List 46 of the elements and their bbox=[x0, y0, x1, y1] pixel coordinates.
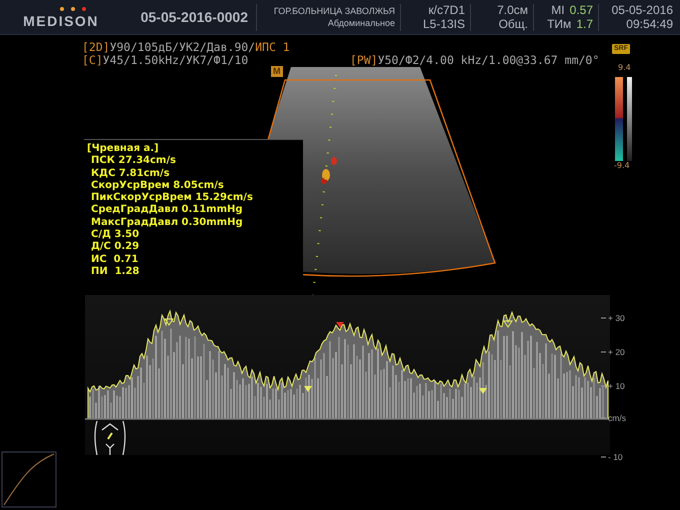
hospital-name: ГОР.БОЛЬНИЦА ЗАВОЛЖЬЯ bbox=[274, 5, 395, 17]
measurement-value: СредГрадДавл 0.11mmHg bbox=[90, 204, 244, 217]
preset-name: Абдоминальное bbox=[328, 17, 395, 29]
tim-value: 1.7 bbox=[576, 17, 593, 31]
mode-parameters: У90/105дБ/УК2/Дав.90/ bbox=[110, 40, 256, 54]
peak-marker-icon bbox=[164, 318, 174, 326]
mode-parameters: У50/Ф2/4.00 kHz/1.00@33.67 mm/0° bbox=[378, 53, 600, 67]
mode-tag: [2D] bbox=[82, 40, 110, 54]
m-mode-badge: M bbox=[271, 66, 282, 77]
mode-tag: [C] bbox=[82, 53, 103, 67]
velocity-scale-label: + 20 bbox=[608, 347, 625, 357]
measurement-value: С/Д 3.50 bbox=[90, 229, 140, 242]
peak-marker-icon bbox=[336, 322, 344, 328]
probe-label: к/с7D1 bbox=[428, 3, 465, 17]
exam-date: 05-05-2016 bbox=[612, 3, 673, 17]
logo: MEDISON bbox=[23, 12, 99, 28]
measurement-value: МаксГрадДавл 0.30mmHg bbox=[90, 216, 244, 230]
patient-id: 05-05-2016-0002 bbox=[140, 9, 249, 25]
mode-value: Общ. bbox=[498, 17, 528, 31]
exam-time: 09:54:49 bbox=[626, 17, 673, 31]
tim-label: ТИм bbox=[547, 17, 572, 31]
measurement-value: ПикСкорУсрВрем 15.29cm/s bbox=[90, 192, 254, 204]
mode-parameters: У45/1.50kHz/УК7/Ф1/10 bbox=[102, 53, 248, 67]
probe-model: L5-13IS bbox=[422, 17, 465, 31]
diastole-marker-icon bbox=[479, 388, 487, 394]
mode-parameter-highlight: ИПС 1 bbox=[255, 40, 290, 54]
measurement-value: Д/С 0.29 bbox=[90, 241, 140, 254]
measurement-value: ПСК 27.34cm/s bbox=[90, 155, 177, 168]
velocity-scale-label: - 10 bbox=[608, 452, 623, 462]
mi-label: MI bbox=[551, 3, 565, 17]
mi-value: 0.57 bbox=[570, 3, 593, 17]
peak-marker-icon bbox=[503, 320, 513, 328]
measurement-value: КДС 7.81cm/s bbox=[90, 168, 171, 180]
measurement-value: ПИ 1.28 bbox=[90, 266, 140, 278]
doppler-flow-drawing bbox=[321, 157, 337, 184]
measurement-value: ИС 0.71 bbox=[90, 254, 140, 266]
measurement-value: СкорУсрВрем 8.05cm/s bbox=[90, 180, 225, 192]
velocity-scale-label: cm/s bbox=[608, 413, 626, 423]
color-scale-max: 9.4 bbox=[618, 63, 631, 72]
diastole-marker-icon bbox=[304, 386, 312, 392]
body-marker-icon bbox=[94, 420, 126, 456]
velocity-scale-label: + 30 bbox=[608, 313, 625, 323]
vessel-name: [Чревная а.] bbox=[87, 143, 160, 156]
color-scale-min: -9.4 bbox=[614, 161, 630, 170]
depth-value: 7.0см bbox=[497, 3, 528, 17]
mode-tag: [PW] bbox=[350, 53, 378, 67]
